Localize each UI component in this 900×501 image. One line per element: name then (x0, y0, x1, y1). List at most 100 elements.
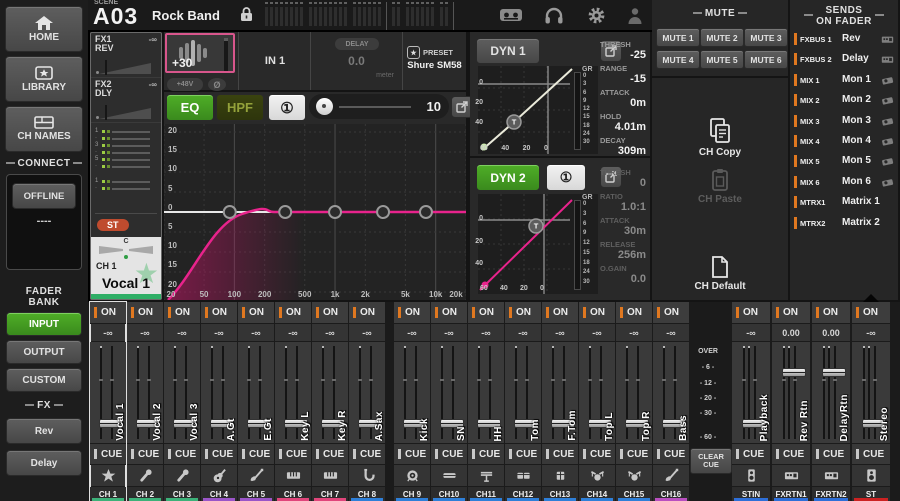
headphones-icon[interactable] (543, 5, 565, 25)
send-row[interactable]: MIX 3Mon 3 (792, 112, 896, 131)
channel-on-button[interactable]: ON (579, 302, 615, 324)
send-row[interactable]: MIX 2Mon 2 (792, 91, 896, 110)
channel-on-button[interactable]: ON (201, 302, 237, 324)
hpf-slider[interactable]: 10 (309, 94, 449, 119)
channel-on-button[interactable]: ON (431, 302, 467, 324)
cue-button[interactable]: CUE (127, 444, 163, 465)
fx-rev-button[interactable]: Rev (6, 418, 82, 444)
home-button[interactable]: HOME (5, 6, 83, 52)
channel-on-button[interactable]: ON (349, 302, 385, 324)
fader[interactable]: Vocal 1 (90, 342, 126, 444)
cue-button[interactable]: CUE (312, 444, 348, 465)
send-row[interactable]: FXBUS 1Rev (792, 30, 896, 49)
fader-bank-custom-button[interactable]: CUSTOM (6, 368, 82, 392)
dyn2-mode-badge[interactable]: ① (546, 164, 586, 191)
fx2-send[interactable]: FX2DLY -∞ (91, 78, 161, 123)
cue-button[interactable]: CUE (732, 444, 770, 465)
fader[interactable]: Key R (312, 342, 348, 444)
cue-button[interactable]: CUE (616, 444, 652, 465)
ch-default-button[interactable]: CH Default (652, 281, 788, 292)
offline-button[interactable]: OFFLINE (12, 183, 76, 209)
channel-on-button[interactable]: ON (275, 302, 311, 324)
fader[interactable]: Top R (616, 342, 652, 444)
mute-group-button[interactable]: MUTE 2 (700, 28, 744, 47)
clear-cue-button[interactable]: CLEARCUE (690, 448, 732, 474)
channel-on-button[interactable]: ON (238, 302, 274, 324)
channel-on-button[interactable]: ON (127, 302, 163, 324)
channel-on-button[interactable]: ON (468, 302, 504, 324)
send-row[interactable]: MIX 5Mon 5 (792, 152, 896, 171)
mute-group-button[interactable]: MUTE 5 (700, 50, 744, 69)
fader-bank-input-button[interactable]: INPUT (6, 312, 82, 336)
input-port-cell[interactable]: IN 1 (238, 32, 310, 90)
send-row[interactable]: MIX 4Mon 4 (792, 132, 896, 151)
channel-on-button[interactable]: ON (542, 302, 578, 324)
user-icon[interactable] (624, 5, 646, 25)
fx1-send[interactable]: FX1REV -∞ (91, 33, 161, 78)
cue-button[interactable]: CUE (579, 444, 615, 465)
fader[interactable]: Stereo (852, 342, 890, 444)
fader[interactable]: Playback (732, 342, 770, 444)
settings-icon[interactable] (585, 5, 607, 25)
fader-handle[interactable] (782, 368, 806, 377)
channel-name-card[interactable]: C CH 1 ★ Vocal 1 (91, 237, 161, 299)
fader[interactable]: Kick (394, 342, 430, 444)
cue-button[interactable]: CUE (201, 444, 237, 465)
send-row[interactable]: MTRX2Matrix 2 (792, 214, 896, 233)
st-assign-badge[interactable]: ST (97, 219, 129, 231)
dyn2-graph[interactable]: TGR03691215182430020406040200 (478, 194, 598, 294)
fader[interactable]: F.Tom (542, 342, 578, 444)
eq-on-button[interactable]: EQ (166, 94, 214, 121)
fader[interactable]: Vocal 3 (164, 342, 200, 444)
cue-button[interactable]: CUE (275, 444, 311, 465)
channel-on-button[interactable]: ON (616, 302, 652, 324)
channel-on-button[interactable]: ON (90, 302, 126, 324)
cue-button[interactable]: CUE (653, 444, 689, 465)
fader[interactable]: Rev Rtn (772, 342, 810, 444)
ch-names-button[interactable]: CH NAMES (5, 106, 83, 152)
channel-on-button[interactable]: ON (732, 302, 770, 324)
preset-cell[interactable]: ★PRESET Shure SM58 (402, 32, 466, 90)
delay-cell[interactable]: DELAY 0.0 meter (310, 32, 402, 90)
send-row[interactable]: MTRX1Matrix 1 (792, 193, 896, 212)
mute-group-button[interactable]: MUTE 6 (744, 50, 788, 69)
cue-button[interactable]: CUE (542, 444, 578, 465)
cue-button[interactable]: CUE (394, 444, 430, 465)
channel-on-button[interactable]: ON (812, 302, 850, 324)
eq-graph[interactable]: 201510505101520 20501002005001k2k5k10k20… (164, 124, 466, 300)
fader[interactable]: Top L (579, 342, 615, 444)
fader[interactable]: Tom (505, 342, 541, 444)
fader[interactable]: E.Gt (238, 342, 274, 444)
hpf-button[interactable]: HPF (216, 94, 264, 121)
ch-copy-button[interactable]: CH Copy (652, 147, 788, 158)
mute-group-button[interactable]: MUTE 1 (656, 28, 700, 47)
dyn1-graph[interactable]: TGR03691215182430020406040200 (478, 66, 598, 154)
cue-button[interactable]: CUE (90, 444, 126, 465)
cue-button[interactable]: CUE (164, 444, 200, 465)
fader[interactable]: A.Sax (349, 342, 385, 444)
fader[interactable]: DelayRtn (812, 342, 850, 444)
dyn1-button[interactable]: DYN 1 (476, 38, 540, 64)
cue-button[interactable]: CUE (812, 444, 850, 465)
gain-button[interactable]: +30 (165, 33, 235, 73)
fader[interactable]: SN (431, 342, 467, 444)
eq-mode-badge[interactable]: ① (268, 94, 306, 121)
cue-button[interactable]: CUE (772, 444, 810, 465)
phase-button[interactable]: Ø (208, 78, 226, 91)
cue-button[interactable]: CUE (852, 444, 890, 465)
ch-paste-button[interactable]: CH Paste (652, 194, 788, 205)
cue-button[interactable]: CUE (505, 444, 541, 465)
mute-group-button[interactable]: MUTE 3 (744, 28, 788, 47)
cue-button[interactable]: CUE (468, 444, 504, 465)
fader[interactable]: Bass (653, 342, 689, 444)
recorder-icon[interactable] (500, 5, 522, 25)
channel-on-button[interactable]: ON (653, 302, 689, 324)
fader[interactable]: A.Gt (201, 342, 237, 444)
fader-handle[interactable] (822, 368, 846, 377)
channel-on-button[interactable]: ON (164, 302, 200, 324)
channel-on-button[interactable]: ON (505, 302, 541, 324)
channel-on-button[interactable]: ON (852, 302, 890, 324)
fader[interactable]: Key L (275, 342, 311, 444)
send-row[interactable]: MIX 6Mon 6 (792, 173, 896, 192)
mute-group-button[interactable]: MUTE 4 (656, 50, 700, 69)
